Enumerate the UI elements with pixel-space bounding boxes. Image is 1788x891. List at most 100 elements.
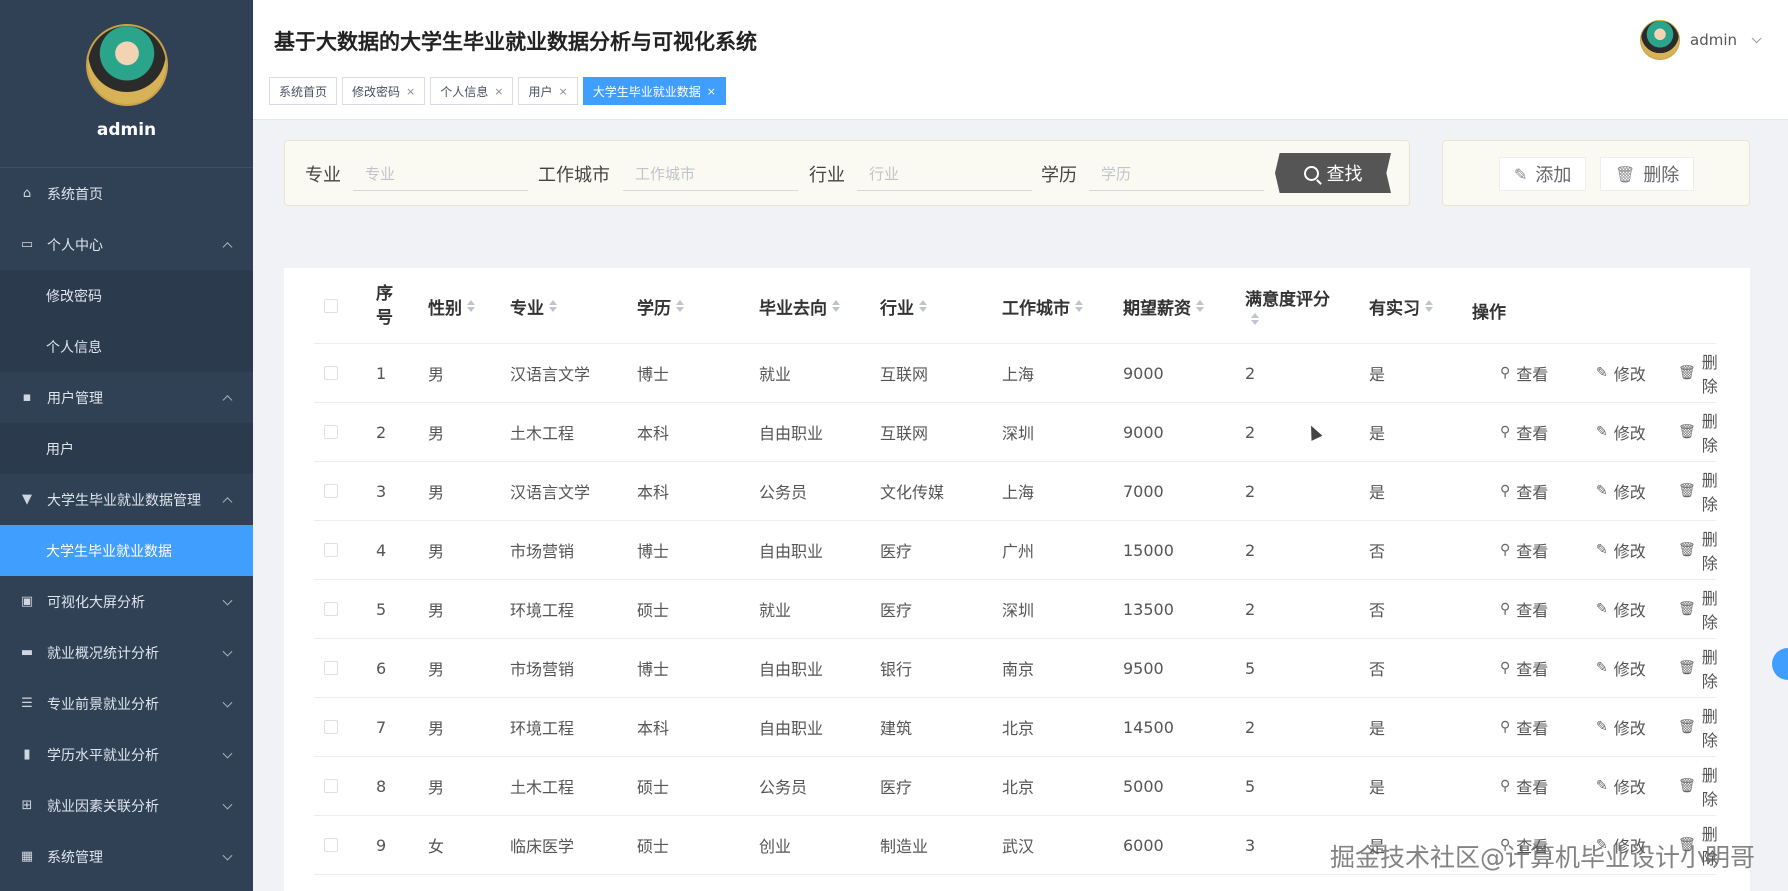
delete-button[interactable]: 🗑删除 (1678, 698, 1718, 756)
sidebar-subitem-users[interactable]: 用户 (0, 423, 253, 474)
view-button[interactable]: ⚲查看 (1500, 757, 1548, 815)
row-checkbox[interactable] (324, 779, 338, 793)
view-button[interactable]: ⚲查看 (1500, 403, 1548, 461)
header-satisfaction[interactable]: 满意度评分 (1245, 268, 1330, 344)
delete-button-label: 删除 (1643, 161, 1679, 187)
sort-icon[interactable] (1196, 300, 1204, 312)
cell-satisfaction: 2 (1245, 521, 1255, 579)
user-menu[interactable]: admin (1640, 20, 1758, 60)
header-gender[interactable]: 性别 (428, 268, 475, 344)
avatar[interactable] (1640, 20, 1680, 60)
row-checkbox[interactable] (324, 543, 338, 557)
view-button[interactable]: ⚲查看 (1500, 462, 1548, 520)
sort-icon[interactable] (467, 300, 475, 312)
header-index-line1: 序 (376, 282, 393, 306)
edit-button[interactable]: ✎修改 (1596, 757, 1646, 815)
delete-button[interactable]: 🗑删除 (1678, 639, 1718, 697)
sidebar-item-factor-correlation[interactable]: ⊞ 就业因素关联分析 (0, 780, 253, 831)
edit-button[interactable]: ✎修改 (1596, 698, 1646, 756)
close-icon[interactable]: × (559, 85, 568, 98)
close-icon[interactable]: × (707, 85, 716, 98)
row-checkbox[interactable] (324, 602, 338, 616)
header-degree[interactable]: 学历 (637, 268, 684, 344)
sidebar-item-home[interactable]: ⌂ 系统首页 (0, 168, 253, 219)
add-button[interactable]: ✎ 添加 (1499, 157, 1586, 191)
sidebar-subitem-employment-data[interactable]: 大学生毕业就业数据 (0, 525, 253, 576)
edit-button[interactable]: ✎修改 (1596, 403, 1646, 461)
sidebar-item-user-management[interactable]: ▪ 用户管理 (0, 372, 253, 423)
delete-button[interactable]: 🗑删除 (1678, 580, 1718, 638)
row-checkbox[interactable] (324, 661, 338, 675)
trash-icon: 🗑 (1678, 778, 1696, 794)
view-button[interactable]: ⚲查看 (1500, 580, 1548, 638)
degree-input[interactable] (1089, 157, 1264, 191)
sidebar-item-personal-center[interactable]: ▭ 个人中心 (0, 219, 253, 270)
header-username[interactable]: admin (1690, 31, 1737, 49)
edit-button[interactable]: ✎修改 (1596, 462, 1646, 520)
sidebar-item-employment-data-management[interactable]: ▼ 大学生毕业就业数据管理 (0, 474, 253, 525)
batch-delete-button[interactable]: 🗑 删除 (1600, 157, 1694, 191)
delete-button[interactable]: 🗑删除 (1678, 403, 1718, 461)
cell-industry: 医疗 (880, 580, 912, 638)
sidebar-item-employment-overview[interactable]: ▬ 就业概况统计分析 (0, 627, 253, 678)
sort-icon[interactable] (549, 300, 557, 312)
sort-icon[interactable] (1425, 300, 1433, 312)
city-input[interactable] (623, 157, 798, 191)
row-checkbox[interactable] (324, 720, 338, 734)
sidebar-item-major-prospects[interactable]: ☰ 专业前景就业分析 (0, 678, 253, 729)
close-icon[interactable]: × (494, 85, 503, 98)
grid-icon: ⊞ (18, 798, 36, 814)
select-all-checkbox[interactable] (324, 299, 338, 313)
sidebar-avatar[interactable] (86, 24, 168, 106)
view-button[interactable]: ⚲查看 (1500, 639, 1548, 697)
sidebar-subitem-change-password[interactable]: 修改密码 (0, 270, 253, 321)
close-icon[interactable]: × (406, 85, 415, 98)
trash-icon: 🗑 (1678, 601, 1696, 617)
sidebar-item-label: 个人中心 (47, 235, 103, 255)
sidebar-subitem-personal-info[interactable]: 个人信息 (0, 321, 253, 372)
tag-home[interactable]: 系统首页 (269, 77, 337, 105)
view-button[interactable]: ⚲查看 (1500, 344, 1548, 402)
row-checkbox[interactable] (324, 366, 338, 380)
tag-employment-data[interactable]: 大学生毕业就业数据× (583, 77, 726, 105)
industry-input[interactable] (857, 157, 1032, 191)
sidebar-item-degree-analysis[interactable]: ▮ 学历水平就业分析 (0, 729, 253, 780)
delete-button[interactable]: 🗑删除 (1678, 757, 1718, 815)
cell-gender: 男 (428, 521, 444, 579)
header-destination[interactable]: 毕业去向 (759, 268, 840, 344)
header-industry[interactable]: 行业 (880, 268, 927, 344)
delete-button[interactable]: 🗑删除 (1678, 521, 1718, 579)
sort-icon[interactable] (1251, 313, 1259, 325)
cell-destination: 公务员 (759, 462, 807, 520)
view-button[interactable]: ⚲查看 (1500, 521, 1548, 579)
row-checkbox[interactable] (324, 838, 338, 852)
row-checkbox[interactable] (324, 484, 338, 498)
edit-button[interactable]: ✎修改 (1596, 639, 1646, 697)
tag-users[interactable]: 用户× (518, 77, 577, 105)
sort-icon[interactable] (832, 300, 840, 312)
edit-button[interactable]: ✎修改 (1596, 580, 1646, 638)
edit-button[interactable]: ✎修改 (1596, 344, 1646, 402)
sidebar-item-visual-screen[interactable]: ▣ 可视化大屏分析 (0, 576, 253, 627)
header-city[interactable]: 工作城市 (1002, 268, 1083, 344)
row-select-cell (324, 344, 338, 402)
header-internship[interactable]: 有实习 (1369, 268, 1433, 344)
tag-change-password[interactable]: 修改密码× (342, 77, 425, 105)
sort-icon[interactable] (919, 300, 927, 312)
search-button[interactable]: 查找 (1275, 153, 1391, 193)
header-salary[interactable]: 期望薪资 (1123, 268, 1204, 344)
edit-button[interactable]: ✎修改 (1596, 521, 1646, 579)
search-icon: ⚲ (1500, 778, 1510, 794)
delete-button[interactable]: 🗑删除 (1678, 462, 1718, 520)
chevron-down-icon[interactable] (1752, 33, 1762, 43)
delete-button[interactable]: 🗑删除 (1678, 344, 1718, 402)
sidebar-item-system-management[interactable]: ▦ 系统管理 (0, 831, 253, 882)
sort-icon[interactable] (676, 300, 684, 312)
header-major[interactable]: 专业 (510, 268, 557, 344)
view-button[interactable]: ⚲查看 (1500, 698, 1548, 756)
major-input[interactable] (353, 157, 528, 191)
side-collapse-handle[interactable] (1772, 648, 1788, 680)
tag-personal-info[interactable]: 个人信息× (430, 77, 513, 105)
sort-icon[interactable] (1075, 300, 1083, 312)
row-checkbox[interactable] (324, 425, 338, 439)
